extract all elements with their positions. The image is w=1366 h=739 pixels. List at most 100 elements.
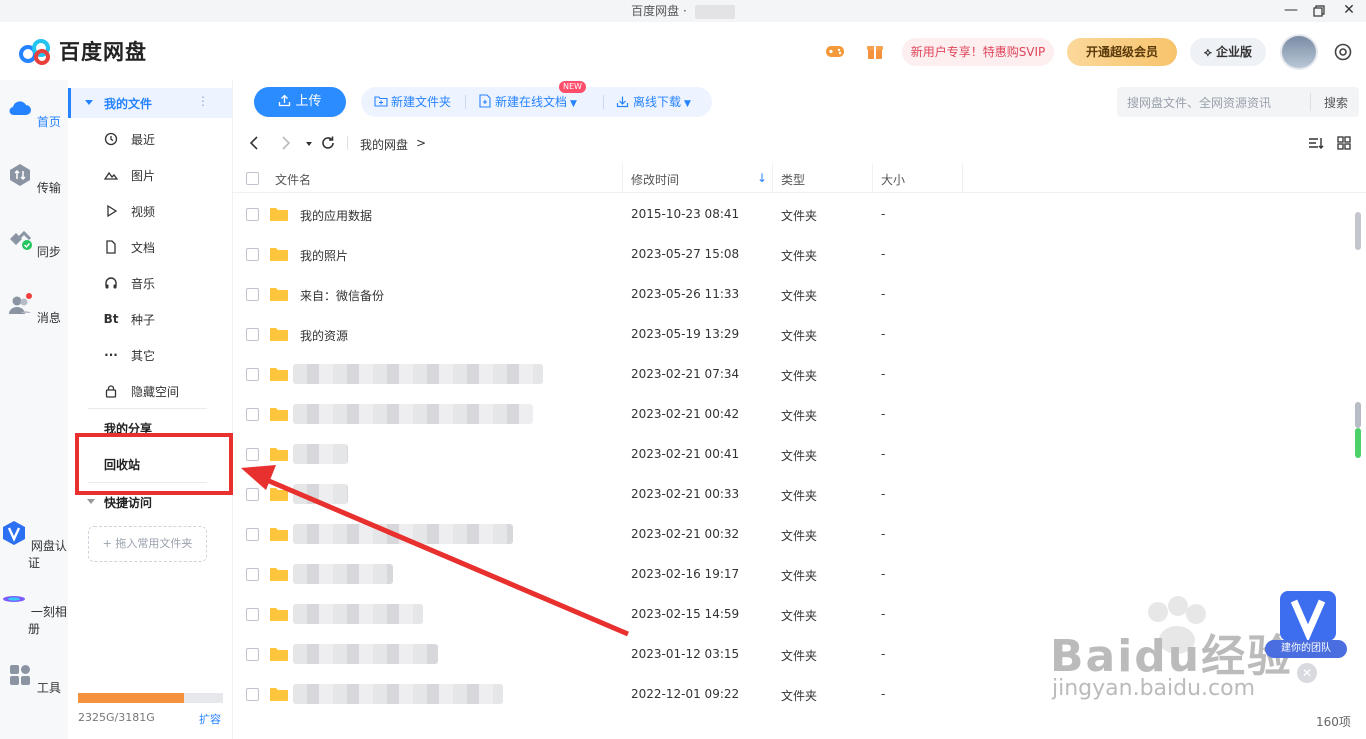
- sidebar-my-files[interactable]: 我的文件 ⋮: [68, 88, 232, 118]
- rail-tools[interactable]: 工具: [0, 662, 68, 696]
- sidebar-item-others[interactable]: ··· 其它: [104, 345, 155, 365]
- close-icon[interactable]: ✕: [1334, 0, 1364, 22]
- table-row[interactable]: 2023-02-21 00:41 文件夹 -: [233, 434, 1353, 474]
- settings-icon[interactable]: [1333, 42, 1353, 62]
- blurred-file-name[interactable]: [293, 684, 503, 704]
- gift-icon[interactable]: [864, 40, 886, 62]
- blurred-file-name[interactable]: [293, 644, 438, 664]
- sidebar-item-recent[interactable]: 最近: [104, 129, 155, 149]
- blurred-file-name[interactable]: [293, 564, 393, 584]
- table-row[interactable]: 我的应用数据 2015-10-23 08:41 文件夹 -: [233, 194, 1353, 234]
- sidebar-item-documents[interactable]: 文档: [104, 237, 155, 257]
- row-checkbox[interactable]: [246, 568, 259, 581]
- column-name[interactable]: 文件名: [275, 171, 311, 188]
- rail-home[interactable]: 首页: [0, 96, 68, 130]
- breadcrumb-root[interactable]: 我的网盘: [360, 136, 408, 153]
- search-button[interactable]: 搜索: [1324, 94, 1348, 111]
- select-all-checkbox[interactable]: [246, 172, 259, 185]
- caret-down-icon: [85, 100, 93, 105]
- row-checkbox[interactable]: [246, 648, 259, 661]
- sort-desc-icon[interactable]: ↓: [757, 171, 767, 185]
- close-badge-icon[interactable]: ✕: [1297, 663, 1317, 683]
- row-checkbox[interactable]: [246, 328, 259, 341]
- row-checkbox[interactable]: [246, 288, 259, 301]
- scroll-marker: [1355, 428, 1361, 458]
- rail-messages[interactable]: 消息: [0, 292, 68, 326]
- table-row[interactable]: 我的资源 2023-05-19 13:29 文件夹 -: [233, 314, 1353, 354]
- upload-button[interactable]: 上传: [254, 87, 346, 117]
- sidebar-item-videos[interactable]: 视频: [104, 201, 155, 221]
- quick-access-label: 快捷访问: [104, 496, 153, 510]
- row-checkbox[interactable]: [246, 688, 259, 701]
- promo-svip-button[interactable]: 新用户专享！特惠购SVIP: [902, 38, 1054, 66]
- sidebar-item-music[interactable]: 音乐: [104, 273, 155, 293]
- search-input[interactable]: 搜网盘文件、全网资源资讯: [1127, 94, 1271, 111]
- new-folder-button[interactable]: 新建文件夹: [374, 87, 451, 117]
- row-checkbox[interactable]: [246, 608, 259, 621]
- search-box[interactable]: 搜网盘文件、全网资源资讯 搜索: [1117, 87, 1359, 117]
- column-mtime[interactable]: 修改时间: [631, 171, 679, 188]
- row-checkbox[interactable]: [246, 208, 259, 221]
- sidebar-quick-access[interactable]: 快捷访问: [87, 494, 153, 511]
- table-row[interactable]: 2023-02-21 07:34 文件夹 -: [233, 354, 1353, 394]
- row-checkbox[interactable]: [246, 448, 259, 461]
- sidebar-item-images[interactable]: 图片: [104, 165, 155, 185]
- sidebar-item-hidden-space[interactable]: 隐藏空间: [104, 381, 179, 401]
- file-name[interactable]: 来自：微信备份: [300, 287, 384, 304]
- refresh-icon[interactable]: [319, 134, 337, 152]
- grid-view-icon[interactable]: [1335, 134, 1353, 152]
- sort-list-icon[interactable]: [1307, 134, 1325, 152]
- file-size: -: [881, 527, 886, 541]
- column-type[interactable]: 类型: [781, 171, 805, 188]
- rail-transfer[interactable]: 传输: [0, 162, 68, 196]
- folder-icon: [270, 248, 288, 261]
- drop-folder-zone[interactable]: + 拖入常用文件夹: [88, 526, 207, 562]
- rail-moment-album[interactable]: 一刻相册: [0, 586, 68, 637]
- blurred-file-name[interactable]: [293, 364, 543, 384]
- history-dropdown-icon[interactable]: [300, 134, 318, 152]
- file-size: -: [881, 607, 886, 621]
- file-name[interactable]: 我的照片: [300, 247, 348, 264]
- offline-download-button[interactable]: 离线下载 ▼: [616, 87, 691, 117]
- rail-verify[interactable]: 网盘认证: [0, 520, 68, 571]
- column-size[interactable]: 大小: [881, 171, 905, 188]
- file-name[interactable]: 我的应用数据: [300, 207, 372, 224]
- table-row[interactable]: 我的照片 2023-05-27 15:08 文件夹 -: [233, 234, 1353, 274]
- separator: [465, 95, 466, 109]
- blurred-file-name[interactable]: [293, 484, 348, 504]
- row-checkbox[interactable]: [246, 408, 259, 421]
- sidebar-item-torrents[interactable]: Bt 种子: [104, 309, 155, 329]
- file-name[interactable]: 我的资源: [300, 327, 348, 344]
- blurred-file-name[interactable]: [293, 444, 348, 464]
- scrollbar[interactable]: [1353, 212, 1361, 702]
- row-checkbox[interactable]: [246, 528, 259, 541]
- minimize-icon[interactable]: —: [1276, 0, 1306, 22]
- navigation-bar: 我的网盘 >: [233, 128, 1366, 158]
- expand-storage-link[interactable]: 扩容: [199, 711, 221, 727]
- blurred-file-name[interactable]: [293, 604, 423, 624]
- more-vertical-icon[interactable]: ⋮: [197, 94, 209, 108]
- open-vip-button[interactable]: 开通超级会员: [1067, 38, 1177, 66]
- back-arrow-icon[interactable]: [246, 134, 264, 152]
- upload-label: 上传: [295, 94, 322, 109]
- user-avatar[interactable]: [1280, 34, 1318, 70]
- column-separator: [622, 163, 623, 193]
- row-checkbox[interactable]: [246, 488, 259, 501]
- restore-icon[interactable]: [1304, 0, 1334, 22]
- table-row[interactable]: 2023-02-21 00:33 文件夹 -: [233, 474, 1353, 514]
- forward-arrow-icon[interactable]: [276, 134, 294, 152]
- row-checkbox[interactable]: [246, 248, 259, 261]
- blurred-file-name[interactable]: [293, 524, 513, 544]
- scroll-thumb[interactable]: [1355, 212, 1361, 250]
- table-row[interactable]: 2023-02-21 00:32 文件夹 -: [233, 514, 1353, 554]
- gamepad-icon[interactable]: [824, 40, 846, 62]
- table-row[interactable]: 2023-02-16 19:17 文件夹 -: [233, 554, 1353, 594]
- new-folder-icon: [374, 96, 388, 107]
- table-row[interactable]: 来自：微信备份 2023-05-26 11:33 文件夹 -: [233, 274, 1353, 314]
- table-row[interactable]: 2023-02-21 00:42 文件夹 -: [233, 394, 1353, 434]
- build-team-label[interactable]: 建你的团队: [1265, 640, 1347, 658]
- enterprise-button[interactable]: ⟡ 企业版: [1190, 38, 1266, 66]
- rail-sync[interactable]: 同步: [0, 226, 68, 260]
- row-checkbox[interactable]: [246, 368, 259, 381]
- blurred-file-name[interactable]: [293, 404, 533, 424]
